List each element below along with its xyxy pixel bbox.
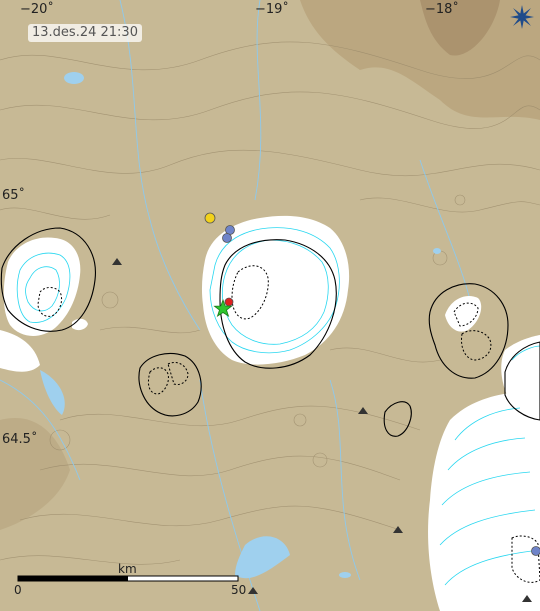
longitude-label: −20˚ <box>20 2 54 17</box>
scale-unit-label: km <box>118 562 137 576</box>
longitude-label: −19˚ <box>255 2 289 17</box>
earthquake-dot <box>531 546 540 556</box>
latitude-label: 64.5˚ <box>2 432 38 447</box>
latitude-label: 65˚ <box>2 188 26 203</box>
earthquake-dot <box>204 212 216 224</box>
earthquake-dot <box>224 297 234 307</box>
earthquake-dot <box>222 233 232 243</box>
longitude-label: −18˚ <box>425 2 459 17</box>
map-canvas <box>0 0 540 611</box>
timestamp-badge: 13.des.24 21:30 <box>28 24 142 42</box>
compass-star-icon[interactable] <box>509 4 535 30</box>
scale-end-label: 50 <box>231 583 247 597</box>
scale-start-label: 0 <box>14 583 22 597</box>
scale-bar <box>17 575 239 582</box>
map-view[interactable]: −20˚ −19˚ −18˚ 65˚ 64.5˚ 13.des.24 21:30… <box>0 0 540 611</box>
